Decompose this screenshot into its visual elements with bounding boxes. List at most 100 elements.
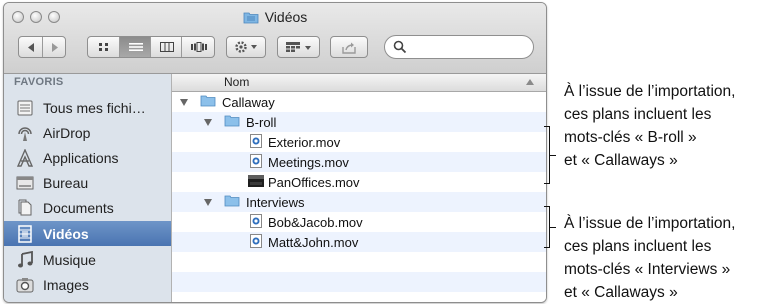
annotation-line: mots-clés « Interviews » [564, 261, 731, 278]
cover-flow-icon [190, 42, 207, 52]
folder-icon [243, 11, 259, 27]
empty-row [172, 252, 546, 272]
list-row-label: Bob&Jacob.mov [268, 214, 363, 230]
share-icon [342, 42, 356, 54]
sidebar-item-label: Musique [43, 251, 96, 268]
disclosure-triangle-icon[interactable] [204, 198, 212, 206]
sidebar-item-all-files[interactable]: Tous mes fichi… [4, 95, 171, 120]
quicktime-file-icon [250, 153, 262, 171]
music-icon [16, 250, 34, 269]
annotation-line: mots-clés « B-roll » [564, 129, 697, 146]
airdrop-icon [16, 124, 34, 142]
sidebar-item-movies[interactable]: Vidéos [4, 221, 171, 246]
disclosure-triangle-icon[interactable] [180, 98, 188, 106]
sidebar-item-applications[interactable]: Applications [4, 145, 171, 170]
sidebar-item-label: Applications [43, 149, 119, 166]
list-row-meetings-mov[interactable]: Meetings.mov [172, 152, 546, 172]
forward-arrow-icon [51, 42, 58, 52]
share-button[interactable] [330, 36, 368, 58]
sidebar-item-label: Bureau [43, 174, 89, 191]
file-list: Nom Callaway B-roll Exterior.mov Meeting… [172, 74, 546, 302]
action-menu-inner [227, 37, 265, 57]
back-button[interactable] [19, 37, 42, 57]
folder-icon [224, 194, 240, 210]
interviews-annotation: À l’issue de l’importation, ces plans in… [564, 212, 735, 304]
icon-view-button[interactable] [88, 37, 119, 57]
empty-row [172, 272, 546, 292]
action-menu-button[interactable] [226, 36, 266, 58]
quicktime-file-icon [250, 213, 262, 231]
view-mode-control [87, 36, 215, 58]
icon-view-icon [98, 43, 108, 51]
column-header-name[interactable]: Nom [172, 74, 546, 92]
arrange-menu-inner [278, 37, 319, 57]
quicktime-file-icon [250, 233, 262, 251]
folder-icon [224, 114, 240, 130]
list-row-label: Matt&John.mov [268, 234, 359, 250]
disclosure-triangle-icon[interactable] [204, 118, 212, 126]
list-view-icon [128, 43, 143, 51]
camera-icon [16, 276, 34, 294]
arrange-icon [285, 42, 311, 52]
annotation-line: et « Callaways » [564, 152, 678, 169]
sidebar: FAVORIS Tous mes fichi… AirDrop Applicat… [4, 74, 172, 302]
video-thumbnail-icon [248, 174, 264, 190]
sidebar-item-label: Images [43, 276, 89, 293]
list-row-label: Interviews [246, 194, 305, 210]
title-bar: Vidéos [4, 3, 546, 74]
share-inner [331, 37, 367, 57]
interviews-bracket-pointer [550, 227, 556, 228]
sidebar-item-images[interactable]: Images [4, 272, 171, 297]
column-header-label: Nom [224, 75, 250, 89]
list-row-b-roll[interactable]: B-roll [172, 112, 546, 132]
list-row-matt-john-mov[interactable]: Matt&John.mov [172, 232, 546, 252]
list-view-button[interactable] [119, 37, 151, 57]
b-roll-annotation: À l’issue de l’importation, ces plans in… [564, 80, 735, 172]
gear-icon [235, 41, 257, 53]
annotation-line: et « Callaways » [564, 284, 678, 301]
sidebar-item-desktop[interactable]: Bureau [4, 170, 171, 195]
cover-flow-button[interactable] [181, 37, 215, 57]
sidebar-item-label: AirDrop [43, 124, 91, 141]
sidebar-item-label: Tous mes fichi… [43, 99, 146, 116]
list-row-label: PanOffices.mov [268, 174, 360, 190]
back-arrow-icon [27, 42, 34, 52]
list-row-callaway[interactable]: Callaway [172, 92, 546, 112]
annotation-line: ces plans incluent les [564, 106, 712, 123]
b-roll-bracket-pointer [550, 155, 556, 156]
sidebar-item-label: Documents [43, 199, 114, 216]
applications-icon [16, 148, 34, 167]
sidebar-heading: FAVORIS [14, 76, 64, 88]
movies-icon [16, 224, 34, 243]
annotation-line: À l’issue de l’importation, [564, 215, 736, 232]
finder-window: Vidéos FAVORIS Tous mes fichi… AirDrop A… [3, 2, 547, 303]
sidebar-item-label: Vidéos [43, 225, 89, 242]
window-title-text: Vidéos [264, 9, 308, 25]
quicktime-file-icon [250, 133, 262, 151]
sidebar-item-documents[interactable]: Documents [4, 195, 171, 220]
desktop-icon [16, 174, 34, 192]
column-view-icon [159, 42, 174, 52]
folder-icon [200, 94, 216, 110]
forward-button[interactable] [42, 37, 66, 57]
list-row-label: B-roll [246, 114, 277, 130]
list-row-panoffices-mov[interactable]: PanOffices.mov [172, 172, 546, 192]
column-view-button[interactable] [150, 37, 182, 57]
documents-icon [16, 199, 34, 217]
list-row-interviews[interactable]: Interviews [172, 192, 546, 212]
arrange-menu-button[interactable] [277, 36, 320, 58]
sort-ascending-icon [526, 79, 534, 85]
list-row-label: Callaway [222, 94, 275, 110]
back-forward-control [18, 36, 66, 58]
all-files-icon [16, 99, 34, 117]
annotation-line: À l’issue de l’importation, [564, 83, 736, 100]
list-row-label: Exterior.mov [268, 134, 341, 150]
annotation-line: ces plans incluent les [564, 238, 712, 255]
search-icon [393, 40, 407, 54]
list-row-exterior-mov[interactable]: Exterior.mov [172, 132, 546, 152]
window-title: Vidéos [4, 9, 546, 27]
sidebar-item-airdrop[interactable]: AirDrop [4, 120, 171, 145]
list-row-bob-jacob-mov[interactable]: Bob&Jacob.mov [172, 212, 546, 232]
sidebar-item-music[interactable]: Musique [4, 247, 171, 272]
search-field[interactable] [384, 35, 534, 59]
